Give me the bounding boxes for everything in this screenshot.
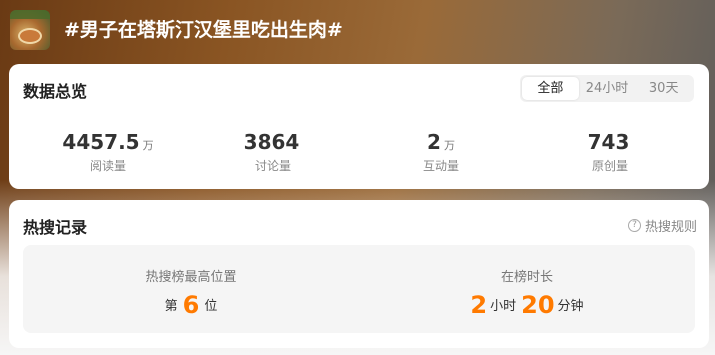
hot-search-rules-label: 热搜规则 (644, 220, 697, 235)
duration-hours-unit: 小时 (490, 299, 517, 314)
overview-card: 数据总览 全部 24小时 30天 4457.5 万 阅读量 3864 讨论量 2万… (9, 64, 709, 189)
duration-minutes-unit: 分钟 (557, 299, 584, 314)
peak-position-label: 热搜榜最高位置 (145, 270, 237, 285)
thumbnail-band (10, 10, 50, 19)
hot-search-panel: 热搜榜最高位置 第6位 在榜时长 2 小时 20 分钟 (23, 245, 695, 333)
overview-title: 数据总览 (23, 82, 88, 101)
stat-interactions-unit: 万 (443, 139, 455, 152)
time-range-tabs: 全部 24小时 30天 (520, 75, 694, 102)
stat-originals: 743 原创量 (540, 130, 680, 174)
tab-24h[interactable]: 24小时 (579, 77, 636, 100)
tab-30d[interactable]: 30天 (635, 77, 692, 100)
duration-label: 在榜时长 (500, 270, 553, 285)
thumbnail-image (18, 28, 42, 44)
hot-search-title: 热搜记录 (23, 218, 88, 237)
stat-interactions-value: 2 (427, 130, 441, 154)
duration-value-row: 2 小时 20 分钟 (359, 291, 695, 319)
peak-suffix: 位 (204, 299, 218, 314)
stat-originals-value: 743 (587, 130, 630, 154)
tab-all[interactable]: 全部 (522, 77, 579, 100)
stat-originals-label: 原创量 (591, 159, 628, 173)
stat-discussions: 3864 讨论量 (203, 130, 343, 174)
topic-header: #男子在塔斯汀汉堡里吃出生肉# (0, 0, 715, 62)
peak-position-value-row: 第6位 (23, 291, 359, 319)
peak-prefix: 第 (164, 299, 178, 314)
hot-search-rules-link[interactable]: ? 热搜规则 (627, 216, 697, 235)
stat-interactions: 2万 互动量 (371, 130, 511, 174)
peak-position: 热搜榜最高位置 第6位 (23, 245, 359, 333)
stat-reads-label: 阅读量 (89, 159, 126, 173)
duration-hours: 2 (470, 291, 488, 319)
stat-discussions-label: 讨论量 (254, 159, 291, 173)
question-circle-icon: ? (627, 219, 641, 232)
hot-search-card: 热搜记录 ? 热搜规则 热搜榜最高位置 第6位 在榜时长 2 小时 20 分钟 (9, 200, 709, 348)
duration-minutes: 20 (521, 291, 555, 319)
peak-position-value: 6 (182, 291, 200, 319)
stat-discussions-value: 3864 (243, 130, 300, 154)
topic-thumbnail (10, 10, 50, 50)
topic-title: #男子在塔斯汀汉堡里吃出生肉# (64, 19, 343, 41)
on-list-duration: 在榜时长 2 小时 20 分钟 (359, 245, 695, 333)
stat-reads: 4457.5 万 阅读量 (38, 130, 178, 174)
stat-interactions-label: 互动量 (422, 159, 459, 173)
stat-reads-unit: 万 (142, 139, 154, 152)
stat-reads-value: 4457.5 (62, 130, 140, 154)
